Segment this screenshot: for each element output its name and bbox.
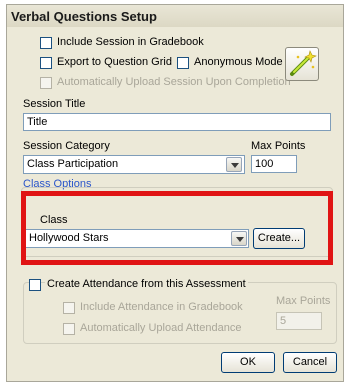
create-attendance-checkbox[interactable] <box>29 279 41 291</box>
include-attendance-label: Include Attendance in Gradebook <box>80 301 243 313</box>
include-gradebook-checkbox[interactable] <box>40 37 52 49</box>
export-grid-label: Export to Question Grid <box>57 56 172 68</box>
anonymous-mode-checkbox[interactable] <box>177 57 189 69</box>
auto-upload-label: Automatically Upload Session Upon Comple… <box>57 76 291 88</box>
anonymous-mode-label: Anonymous Mode <box>194 56 283 68</box>
magic-wand-icon <box>290 50 317 76</box>
auto-upload-checkbox[interactable] <box>40 77 52 89</box>
include-attendance-checkbox[interactable] <box>63 302 75 314</box>
session-title-input[interactable]: Title <box>23 113 331 131</box>
auto-upload-attendance-label: Automatically Upload Attendance <box>80 322 242 334</box>
include-gradebook-label: Include Session in Gradebook <box>57 36 204 48</box>
session-category-dropdown-arrow-icon[interactable] <box>226 157 242 172</box>
max-points-input[interactable]: 100 <box>251 155 297 173</box>
wizard-button[interactable] <box>285 47 319 81</box>
auto-upload-attendance-checkbox[interactable] <box>63 323 75 335</box>
dialog-title: Verbal Questions Setup <box>7 5 343 27</box>
session-category-select[interactable]: Class Participation <box>23 155 245 174</box>
export-grid-checkbox[interactable] <box>40 57 52 69</box>
attendance-max-points-input[interactable]: 5 <box>276 312 322 330</box>
session-title-label: Session Title <box>23 98 86 110</box>
cancel-button[interactable]: Cancel <box>283 352 337 373</box>
session-category-label: Session Category <box>23 140 110 152</box>
session-category-value: Class Participation <box>27 158 119 170</box>
attendance-max-points-label: Max Points <box>276 295 331 307</box>
highlight-box <box>21 191 333 265</box>
create-attendance-label: Create Attendance from this Assessment <box>45 278 248 290</box>
verbal-questions-dialog: Verbal Questions Setup Include Session i… <box>6 4 344 382</box>
max-points-label: Max Points <box>251 140 306 152</box>
ok-button[interactable]: OK <box>221 352 275 373</box>
